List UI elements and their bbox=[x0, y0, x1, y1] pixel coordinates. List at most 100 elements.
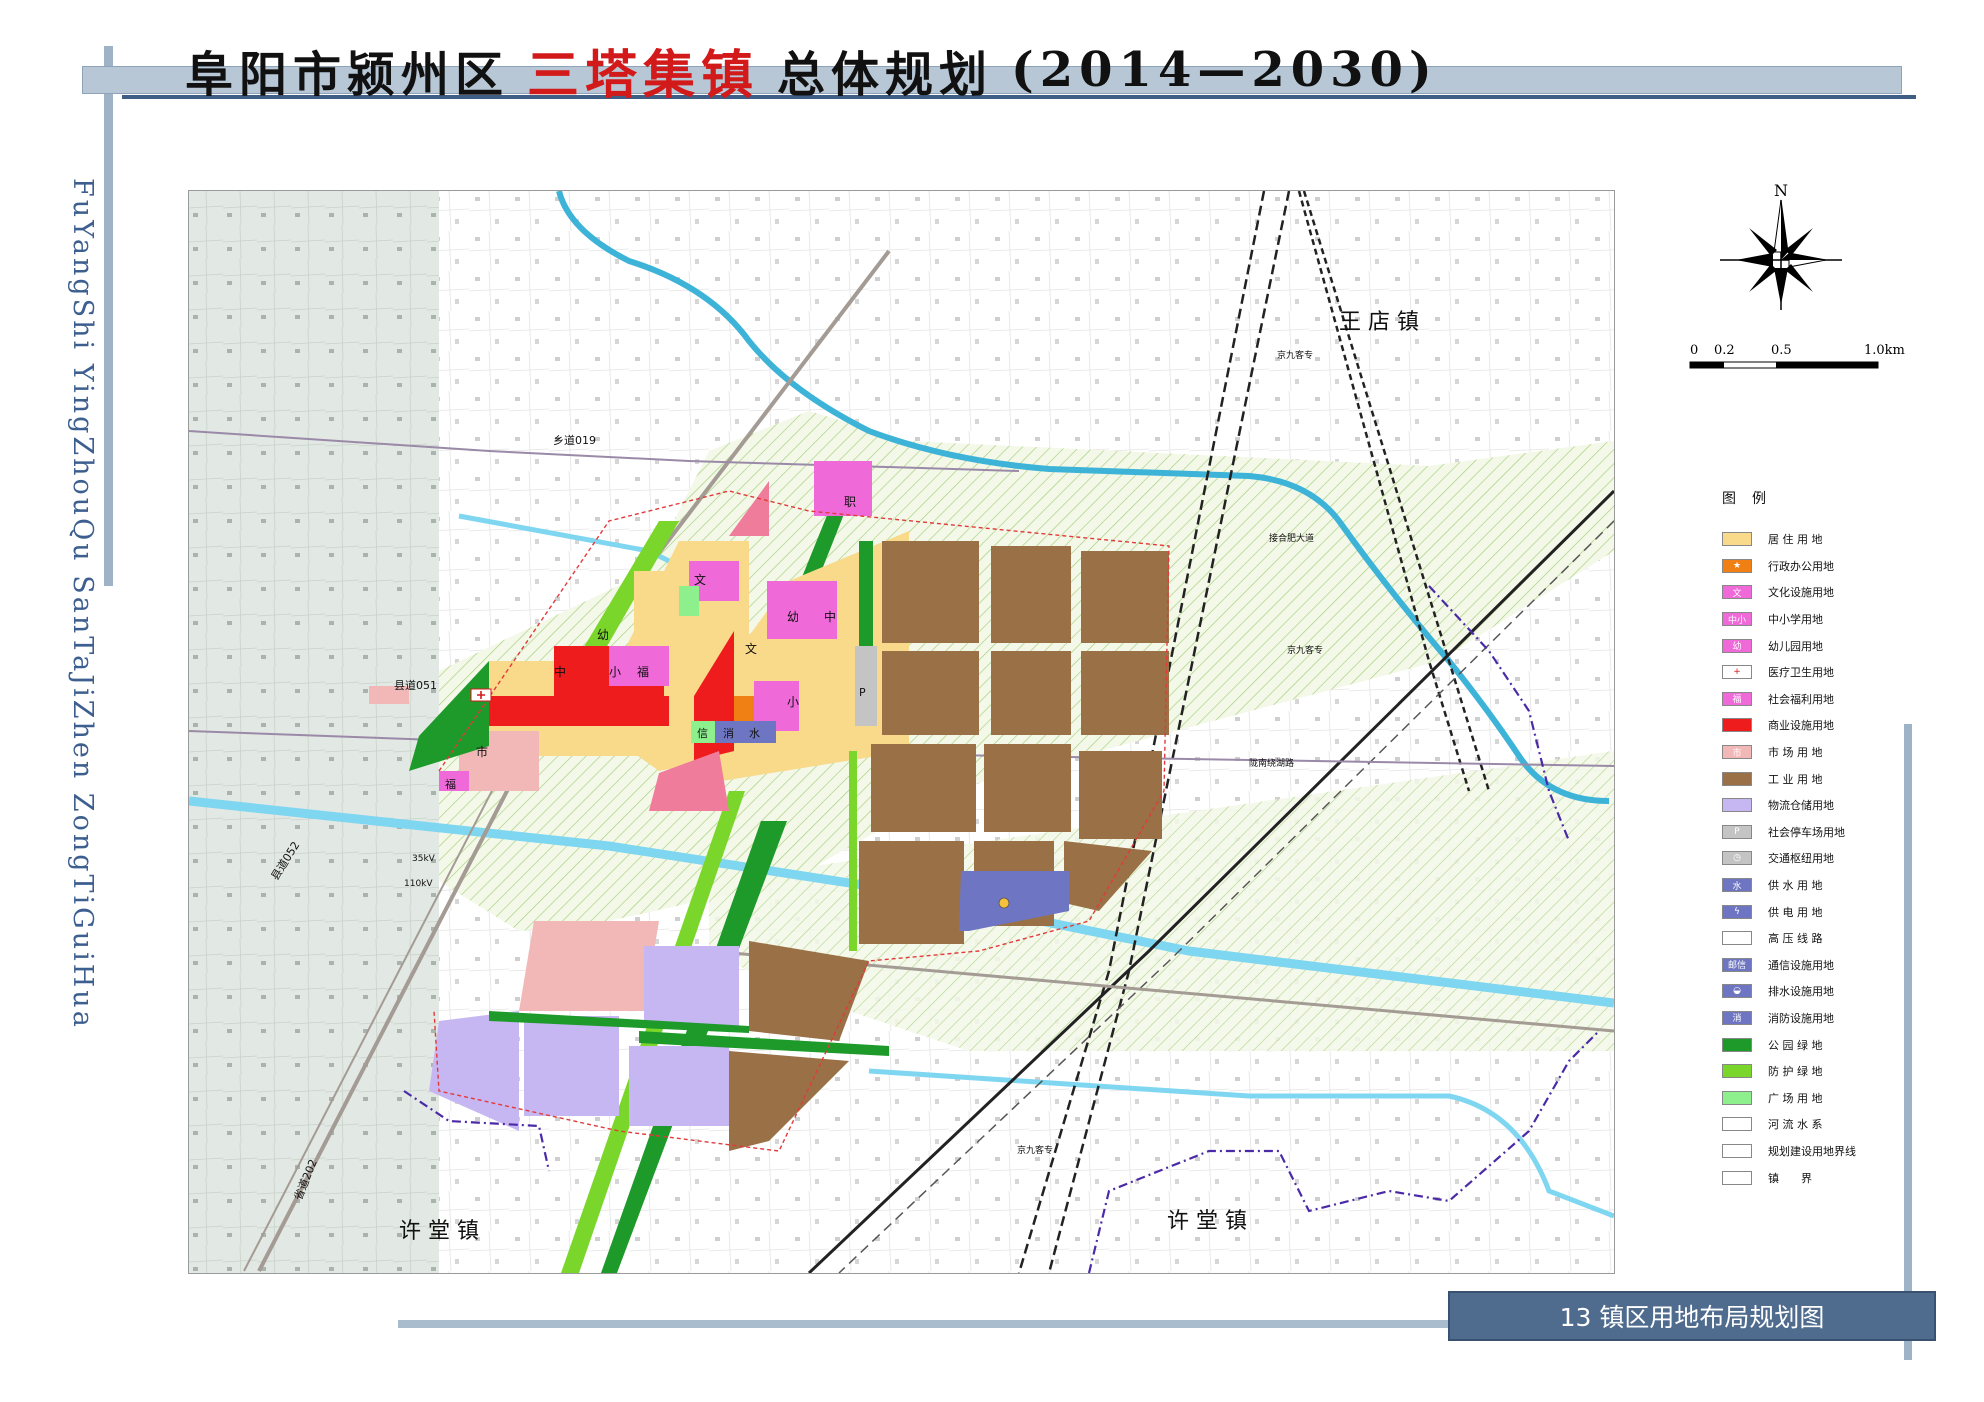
plaza-small bbox=[679, 586, 699, 616]
legend-row: ★ 行政办公用地 bbox=[1722, 553, 1912, 580]
scale-tick-3: 1.0km bbox=[1864, 343, 1905, 358]
legend-swatch bbox=[1722, 718, 1752, 733]
legend-swatch bbox=[1722, 1170, 1752, 1185]
legend-swatch bbox=[1722, 771, 1752, 786]
legend-swatch bbox=[1722, 1064, 1752, 1079]
legend-label: 通信设施用地 bbox=[1768, 958, 1834, 972]
legend-row: 工 业 用 地 bbox=[1722, 765, 1912, 792]
legend-label: 文化设施用地 bbox=[1768, 586, 1834, 600]
legend-swatch: 福 bbox=[1722, 691, 1752, 706]
legend-swatch: ◷ bbox=[1722, 851, 1752, 866]
legend-label: 工 业 用 地 bbox=[1768, 772, 1823, 786]
legend-label: 规划建设用地界线 bbox=[1768, 1144, 1856, 1158]
label-jingjiu-bottom: 京九客专 bbox=[1017, 1144, 1053, 1156]
title-highlight: 三塔集镇 bbox=[527, 44, 760, 106]
legend-label: 市 场 用 地 bbox=[1768, 746, 1823, 760]
legend-row: 邮信 通信设施用地 bbox=[1722, 952, 1912, 979]
legend-swatch: ◒ bbox=[1722, 984, 1752, 999]
logistics-s1 bbox=[644, 946, 739, 1026]
legend-swatch: ϟ bbox=[1722, 904, 1752, 919]
buffer-strip-east bbox=[849, 751, 857, 951]
mark-shui: 水 bbox=[749, 727, 760, 740]
map-legend: 居 住 用 地 ★ 行政办公用地文 文化设施用地 中小 中小学用地幼 幼儿园用地 + 医疗卫生用… bbox=[1722, 526, 1912, 1191]
legend-row: 高 压 线 路 bbox=[1722, 925, 1912, 952]
logistics-s3 bbox=[524, 1016, 619, 1116]
north-arrow-icon: N bbox=[1720, 182, 1842, 310]
mark-zhong-1: 中 bbox=[554, 664, 566, 679]
label-xiangdao019: 乡道019 bbox=[553, 433, 596, 447]
legend-swatch bbox=[1722, 798, 1752, 813]
mark-fu-1: 福 bbox=[637, 664, 649, 679]
legend-swatch bbox=[1722, 1090, 1752, 1105]
market-south bbox=[519, 921, 659, 1011]
legend-title: 图例 bbox=[1722, 491, 1782, 507]
legend-row: 消 消防设施用地 bbox=[1722, 1005, 1912, 1032]
legend-label: 排水设施用地 bbox=[1768, 985, 1834, 999]
legend-label: 社会福利用地 bbox=[1768, 692, 1834, 706]
legend-label: 广 场 用 地 bbox=[1768, 1091, 1823, 1105]
label-jiehe: 接合肥大道 bbox=[1269, 532, 1314, 544]
legend-swatch: 文 bbox=[1722, 585, 1752, 600]
legend-row: 文 文化设施用地 bbox=[1722, 579, 1912, 606]
legend-row: 河 流 水 系 bbox=[1722, 1111, 1912, 1138]
logistics-s4 bbox=[629, 1046, 729, 1126]
scale-bar: 0 0.2 0.5 1.0km bbox=[1689, 343, 1905, 369]
legend-row: 福 社会福利用地 bbox=[1722, 686, 1912, 713]
legend-label: 社会停车场用地 bbox=[1768, 825, 1845, 839]
side-caption: FuYangShi YingZhouQu SanTaJiZhen ZongTiG… bbox=[67, 178, 98, 1030]
drainage-icon bbox=[998, 897, 1010, 909]
mark-wen-1: 文 bbox=[694, 572, 706, 587]
legend-row: 广 场 用 地 bbox=[1722, 1084, 1912, 1111]
place-xutang-right: 许 堂 镇 bbox=[1167, 1209, 1247, 1234]
mark-you-2: 幼 bbox=[787, 610, 799, 624]
label-xiandao051: 县道051 bbox=[394, 678, 437, 692]
mark-xiao-1: 小 bbox=[609, 665, 621, 679]
legend-swatch: ★ bbox=[1722, 558, 1752, 573]
north-label: N bbox=[1774, 182, 1788, 200]
legend-label: 交通枢纽用地 bbox=[1768, 852, 1834, 866]
map-caption: 13 镇区用地布局规划图 bbox=[1448, 1291, 1936, 1341]
title-part2: 总体规划 bbox=[777, 47, 994, 103]
mark-zhi: 职 bbox=[844, 495, 856, 509]
map-canvas: 王 店 镇 许 堂 镇 许 堂 镇 乡道019 县道051 县道052 省道20… bbox=[189, 191, 1614, 1273]
legend-swatch bbox=[1722, 931, 1752, 946]
legend-swatch: + bbox=[1722, 665, 1752, 680]
legend-label: 居 住 用 地 bbox=[1768, 533, 1823, 547]
scale-tick-2: 0.5 bbox=[1771, 343, 1792, 358]
label-110kv: 110kV bbox=[404, 879, 433, 889]
legend-swatch: 消 bbox=[1722, 1010, 1752, 1025]
mark-xin: 信 bbox=[697, 727, 708, 740]
mark-wen-2: 文 bbox=[745, 641, 757, 656]
label-shuhuai: 陇南绕湖路 bbox=[1249, 757, 1294, 769]
legend-swatch: 水 bbox=[1722, 878, 1752, 893]
legend-label: 医疗卫生用地 bbox=[1768, 666, 1834, 680]
legend-label: 物流仓储用地 bbox=[1768, 799, 1834, 813]
land-use-map[interactable]: 王 店 镇 许 堂 镇 许 堂 镇 乡道019 县道051 县道052 省道20… bbox=[188, 190, 1615, 1274]
mark-xiao-2: 小 bbox=[787, 695, 799, 709]
legend-swatch bbox=[1722, 1117, 1752, 1132]
legend-label: 中小学用地 bbox=[1768, 613, 1823, 627]
legend-label: 镇 界 bbox=[1768, 1171, 1812, 1185]
legend-swatch bbox=[1722, 532, 1752, 547]
legend-row: ϟ供 电 用 地 bbox=[1722, 898, 1912, 925]
mark-shi: 市 bbox=[476, 744, 488, 759]
legend-row: 幼 幼儿园用地 bbox=[1722, 632, 1912, 659]
legend-swatch bbox=[1722, 1143, 1752, 1158]
legend-row: 物流仓储用地 bbox=[1722, 792, 1912, 819]
scale-tick-1: 0.2 bbox=[1714, 343, 1735, 358]
legend-swatch bbox=[1722, 1037, 1752, 1052]
park-strip-east bbox=[859, 541, 873, 646]
place-wangdian: 王 店 镇 bbox=[1339, 310, 1419, 335]
label-35kv: 35kV bbox=[412, 854, 436, 864]
legend-row: 镇 界 bbox=[1722, 1164, 1912, 1191]
legend-label: 供 电 用 地 bbox=[1768, 905, 1823, 919]
label-jingjiu-mid: 京九客专 bbox=[1287, 644, 1323, 656]
legend-label: 河 流 水 系 bbox=[1768, 1118, 1823, 1132]
mark-p: P bbox=[859, 686, 866, 699]
label-jingjiu-top: 京九客专 bbox=[1277, 349, 1313, 361]
legend-label: 商业设施用地 bbox=[1768, 719, 1834, 733]
title-part1: 阜阳市颍州区 bbox=[185, 47, 510, 103]
mark-zhong-2: 中 bbox=[824, 609, 836, 624]
legend-row: ◷ 交通枢纽用地 bbox=[1722, 845, 1912, 872]
mark-fu-2: 福 bbox=[445, 777, 456, 791]
